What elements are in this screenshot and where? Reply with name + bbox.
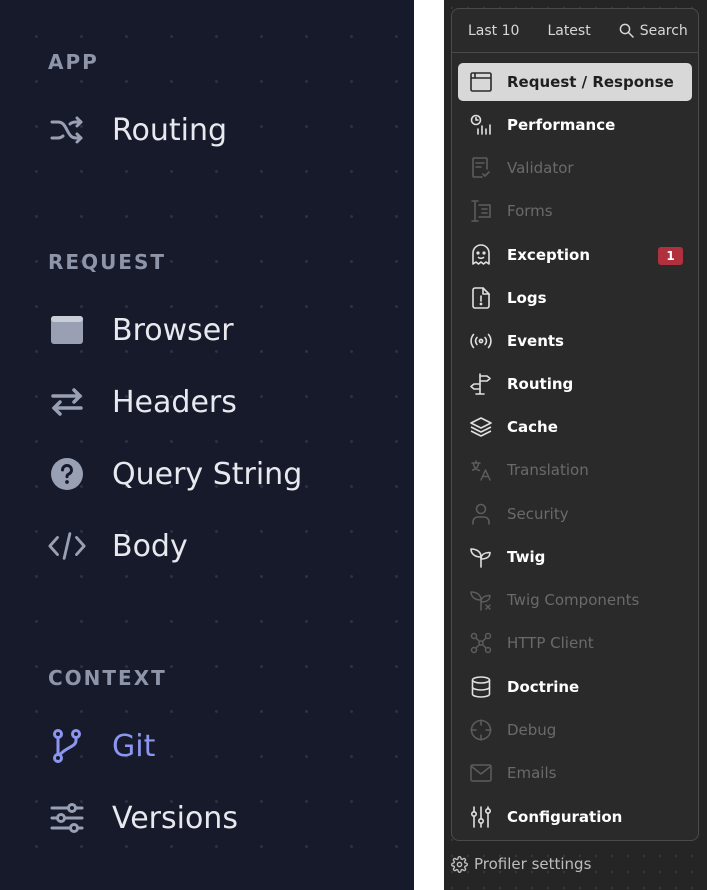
profiler-settings-label: Profiler settings: [474, 855, 592, 873]
menu-item-doctrine[interactable]: Doctrine: [458, 668, 692, 706]
menu-item-routing[interactable]: Routing: [458, 365, 692, 403]
menu-item-http-client[interactable]: HTTP Client: [458, 624, 692, 662]
translate-icon: [468, 457, 494, 483]
components-icon: [468, 587, 494, 613]
profiler-tabs: Last 10 Latest Search: [452, 9, 698, 53]
menu-item-label: Routing: [507, 375, 574, 393]
menu-item-label: Emails: [507, 764, 557, 782]
menu-item-label: Twig Components: [507, 591, 640, 609]
section-title-request: REQUEST: [48, 250, 167, 274]
profiler-sidebar: Last 10 Latest Search Request / Response…: [444, 0, 707, 890]
crosshair-icon: [468, 717, 494, 743]
database-icon: [468, 674, 494, 700]
menu-item-label: Configuration: [507, 808, 623, 826]
nav-item-versions[interactable]: Versions: [48, 796, 388, 840]
git-branch-icon: [48, 727, 86, 765]
ghost-icon: [468, 242, 494, 268]
menu-item-logs[interactable]: Logs: [458, 279, 692, 317]
nav-item-label: Browser: [112, 312, 234, 348]
menu-item-label: Cache: [507, 418, 558, 436]
nav-item-body[interactable]: Body: [48, 524, 388, 568]
broadcast-icon: [468, 328, 494, 354]
menu-item-emails[interactable]: Emails: [458, 754, 692, 792]
arrows-exchange-icon: [48, 383, 86, 421]
signpost-icon: [468, 371, 494, 397]
profiler-menu: Last 10 Latest Search Request / Response…: [451, 8, 699, 841]
nav-item-label: Git: [112, 728, 156, 764]
menu-item-label: Validator: [507, 159, 574, 177]
layers-icon: [468, 414, 494, 440]
menu-item-twig[interactable]: Twig: [458, 538, 692, 576]
code-icon: [48, 527, 86, 565]
nav-item-query-string[interactable]: Query String: [48, 452, 388, 496]
menu-item-request-response[interactable]: Request / Response: [458, 63, 692, 101]
nav-item-label: Query String: [112, 456, 303, 492]
menu-item-label: Exception: [507, 246, 591, 264]
sprout-icon: [468, 544, 494, 570]
menu-item-validator[interactable]: Validator: [458, 149, 692, 187]
search-label: Search: [639, 22, 688, 39]
tab-latest[interactable]: Latest: [547, 23, 590, 39]
menu-item-label: Doctrine: [507, 678, 580, 696]
menu-item-label: Performance: [507, 116, 616, 134]
nav-item-git[interactable]: Git: [48, 724, 388, 768]
menu-item-label: Security: [507, 505, 569, 523]
nav-item-headers[interactable]: Headers: [48, 380, 388, 424]
sliders-icon: [48, 799, 86, 837]
panel-divider: [414, 0, 444, 890]
menu-item-security[interactable]: Security: [458, 495, 692, 533]
log-file-icon: [468, 285, 494, 311]
window-icon: [468, 69, 494, 95]
form-icon: [468, 198, 494, 224]
tab-search[interactable]: Search: [619, 23, 688, 39]
menu-item-configuration[interactable]: Configuration: [458, 798, 692, 836]
profiler-settings-link[interactable]: Profiler settings: [451, 855, 591, 873]
user-icon: [468, 501, 494, 527]
menu-item-label: HTTP Client: [507, 634, 594, 652]
menu-item-label: Debug: [507, 721, 557, 739]
menu-item-label: Twig: [507, 548, 546, 566]
shuffle-icon: [48, 111, 86, 149]
section-title-context: CONTEXT: [48, 666, 167, 690]
nav-item-browser[interactable]: Browser: [48, 308, 388, 352]
section-title-app: APP: [48, 50, 99, 74]
adjustments-icon: [468, 804, 494, 830]
nav-item-label: Headers: [112, 384, 237, 420]
validator-icon: [468, 155, 494, 181]
menu-item-debug[interactable]: Debug: [458, 711, 692, 749]
nav-item-label: Versions: [112, 800, 238, 836]
menu-item-label: Events: [507, 332, 564, 350]
network-icon: [468, 630, 494, 656]
timer-bars-icon: [468, 112, 494, 138]
tab-last-10[interactable]: Last 10: [468, 23, 519, 39]
menu-item-translation[interactable]: Translation: [458, 451, 692, 489]
question-circle-icon: [48, 455, 86, 493]
menu-item-cache[interactable]: Cache: [458, 408, 692, 446]
menu-item-exception[interactable]: Exception 1: [458, 236, 692, 274]
menu-item-label: Logs: [507, 289, 547, 307]
mail-icon: [468, 760, 494, 786]
nav-item-label: Routing: [112, 112, 228, 148]
left-navigation-panel: APP Routing REQUEST Browser Headers Quer…: [0, 0, 414, 890]
menu-item-label: Request / Response: [507, 73, 674, 91]
menu-item-events[interactable]: Events: [458, 322, 692, 360]
menu-item-performance[interactable]: Performance: [458, 106, 692, 144]
exception-count-badge: 1: [658, 247, 683, 265]
search-icon: [619, 23, 634, 38]
nav-item-label: Body: [112, 528, 188, 564]
menu-item-twig-components[interactable]: Twig Components: [458, 581, 692, 619]
gear-icon: [451, 855, 468, 873]
nav-item-routing[interactable]: Routing: [48, 108, 388, 152]
menu-item-label: Translation: [507, 461, 589, 479]
menu-item-forms[interactable]: Forms: [458, 192, 692, 230]
browser-icon: [48, 311, 86, 349]
menu-item-label: Forms: [507, 202, 553, 220]
